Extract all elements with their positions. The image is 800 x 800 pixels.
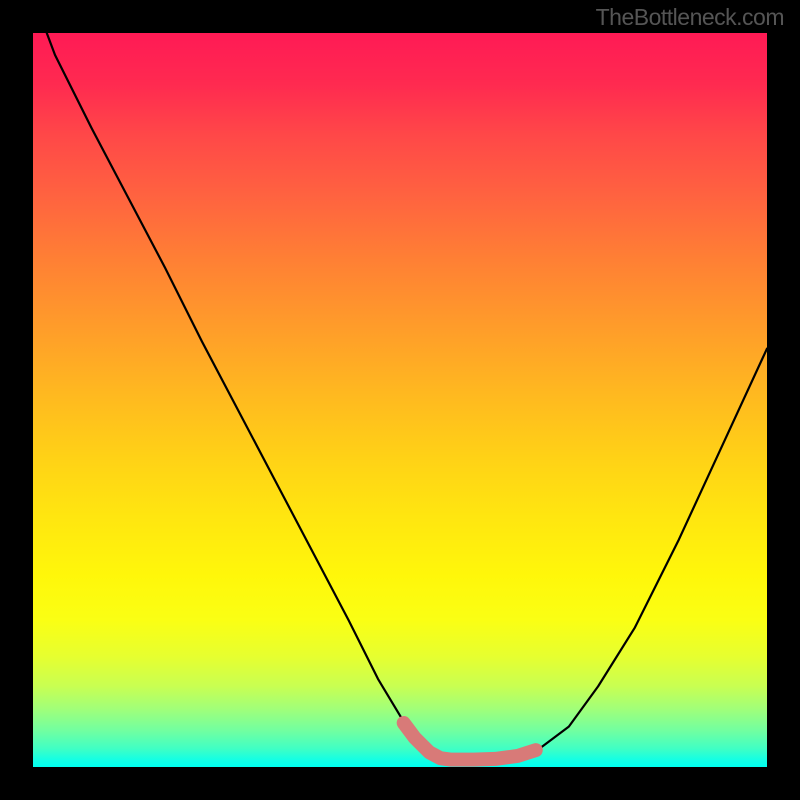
chart-overlay — [33, 33, 767, 767]
chart-container: TheBottleneck.com — [0, 0, 800, 800]
watermark-text: TheBottleneck.com — [596, 4, 784, 31]
series-curve — [33, 33, 767, 760]
series-highlight — [404, 723, 536, 760]
plot-area — [33, 33, 767, 767]
